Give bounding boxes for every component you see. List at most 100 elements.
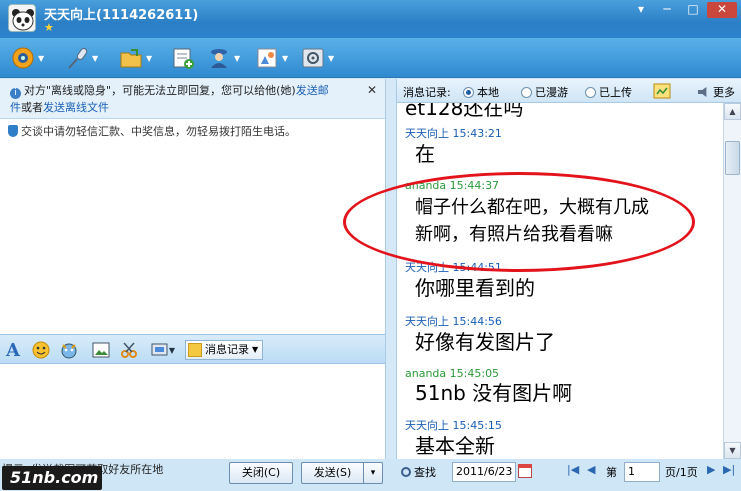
more-button[interactable]: 更多 bbox=[698, 84, 735, 100]
title-bar: 天天向上(1114262611) ★ ▾ ─ □ ✕ bbox=[0, 0, 741, 38]
microphone-icon bbox=[64, 45, 90, 71]
watermark-text: 51nb.com bbox=[10, 468, 99, 487]
message-item: 天天向上 15:43:21 在 bbox=[405, 125, 502, 168]
chevron-down-icon: ▼ bbox=[252, 345, 259, 354]
message-meta: 天天向上 15:45:15 bbox=[405, 417, 502, 433]
font-icon: A bbox=[6, 339, 20, 361]
history-scrollbar[interactable]: ▲ ▼ bbox=[723, 103, 741, 459]
main-toolbar: ▼ ▼ ▼ ▼ ▼ ▼ bbox=[0, 38, 741, 78]
message-input[interactable] bbox=[0, 364, 385, 459]
message-item: 天天向上 15:45:15 基本全新 bbox=[405, 417, 502, 459]
scissors-icon bbox=[121, 342, 137, 358]
prev-page-button[interactable]: ◀ bbox=[587, 463, 595, 476]
radio-local-label: 本地 bbox=[477, 86, 499, 99]
radio-roamed-label: 已漫游 bbox=[535, 86, 568, 99]
radio-roamed[interactable]: 已漫游 bbox=[521, 84, 568, 100]
radio-dot bbox=[521, 86, 532, 98]
more-tools-button[interactable]: ▼ bbox=[148, 341, 178, 359]
message-time: 15:45:15 bbox=[452, 419, 502, 432]
message-meta: 天天向上 15:43:21 bbox=[405, 125, 502, 141]
send-mail-link[interactable]: 发送邮 bbox=[296, 84, 329, 97]
magic-emoji-button[interactable] bbox=[60, 341, 78, 359]
emoji-button[interactable] bbox=[32, 341, 50, 359]
webcam-icon bbox=[10, 45, 36, 71]
message-time: 15:44:56 bbox=[452, 315, 502, 328]
message-time: 15:43:21 bbox=[452, 127, 502, 140]
add-list-icon bbox=[170, 45, 196, 71]
menu-dropdown-button[interactable]: ▾ bbox=[629, 2, 653, 18]
first-page-button[interactable]: |◀ bbox=[567, 463, 579, 476]
notice-close-icon[interactable]: ✕ bbox=[367, 82, 377, 99]
history-header: 消息记录: 本地 已漫游 已上传 更多 bbox=[397, 79, 741, 103]
magic-face-icon bbox=[61, 343, 77, 359]
watermark-logo: 51nb.com bbox=[2, 466, 102, 490]
close-button[interactable]: 关闭(C) bbox=[229, 462, 293, 484]
apps-icon bbox=[254, 45, 280, 71]
highlight-annotation bbox=[343, 172, 695, 272]
message-time: 15:45:05 bbox=[449, 367, 500, 380]
send-options-dropdown[interactable]: ▾ bbox=[363, 462, 383, 484]
message-text: 在 bbox=[415, 142, 435, 166]
message-meta: ananda 15:45:05 bbox=[405, 367, 572, 380]
support-agent-icon bbox=[206, 45, 232, 71]
radio-uploaded[interactable]: 已上传 bbox=[585, 84, 632, 100]
search-icon bbox=[401, 467, 411, 477]
screen-share-icon bbox=[151, 343, 168, 356]
notice-or-text: 或者 bbox=[21, 101, 43, 114]
last-page-button[interactable]: ▶| bbox=[723, 463, 735, 476]
close-window-button[interactable]: ✕ bbox=[707, 2, 737, 18]
message-item: 天天向上 15:44:56 好像有发图片了 bbox=[405, 313, 555, 356]
message-meta: 天天向上 15:44:56 bbox=[405, 313, 555, 329]
status-star-icon: ★ bbox=[44, 21, 54, 34]
gear-icon bbox=[300, 45, 326, 71]
info-icon: i bbox=[10, 88, 21, 99]
next-page-button[interactable]: ▶ bbox=[707, 463, 715, 476]
radio-local[interactable]: 本地 bbox=[463, 84, 499, 100]
minimize-button[interactable]: ─ bbox=[655, 2, 679, 18]
send-button[interactable]: 发送(S) bbox=[301, 462, 363, 484]
scroll-down-arrow[interactable]: ▼ bbox=[724, 442, 741, 459]
send-mail-link-cont[interactable]: 件 bbox=[10, 101, 21, 114]
message-item: ananda 15:45:05 51nb 没有图片啊 bbox=[405, 367, 572, 407]
history-tool-button[interactable] bbox=[653, 82, 671, 103]
window-controls: ▾ ─ □ ✕ bbox=[629, 2, 737, 18]
apps-button[interactable]: ▼ bbox=[254, 44, 288, 72]
message-text: 基本全新 bbox=[415, 434, 495, 458]
message-sender: 天天向上 bbox=[405, 419, 449, 432]
page-input[interactable]: 1 bbox=[624, 462, 660, 482]
search-button[interactable]: 查找 bbox=[401, 464, 436, 480]
message-record-button[interactable]: 消息记录 ▼ bbox=[185, 340, 264, 360]
message-text: 51nb 没有图片啊 bbox=[415, 381, 573, 405]
message-text: 好像有发图片了 bbox=[415, 330, 555, 354]
radio-dot bbox=[585, 86, 596, 98]
chat-area: 交谈中请勿轻信汇款、中奖信息，勿轻易拨打陌生电话。 bbox=[0, 119, 385, 334]
history-tool-icon bbox=[653, 83, 671, 99]
panel-divider[interactable] bbox=[385, 79, 397, 459]
video-call-button[interactable]: ▼ bbox=[10, 44, 44, 72]
maximize-button[interactable]: □ bbox=[681, 2, 705, 18]
notice-text: 对方"离线或隐身"，可能无法立即回复，您可以给他(她) bbox=[24, 84, 296, 97]
scroll-thumb[interactable] bbox=[725, 141, 740, 175]
message-record-label: 消息记录 bbox=[205, 343, 249, 356]
send-offline-file-link[interactable]: 发送离线文件 bbox=[43, 101, 109, 114]
chevron-down-icon: ▼ bbox=[168, 345, 176, 355]
image-button[interactable] bbox=[92, 341, 110, 359]
more-label: 更多 bbox=[713, 86, 735, 99]
voice-call-button[interactable]: ▼ bbox=[64, 44, 98, 72]
message-text: et128还在吗 bbox=[405, 103, 524, 120]
radio-dot bbox=[463, 86, 474, 98]
message-item: et128还在吗 bbox=[405, 103, 523, 122]
avatar[interactable] bbox=[8, 4, 36, 32]
date-field[interactable]: 2011/6/23 bbox=[452, 462, 516, 482]
settings-button[interactable]: ▼ bbox=[300, 44, 334, 72]
font-button[interactable]: A bbox=[4, 339, 22, 361]
remote-assist-button[interactable]: ▼ bbox=[206, 44, 240, 72]
calendar-icon[interactable] bbox=[518, 464, 532, 478]
search-label: 查找 bbox=[414, 466, 436, 479]
scroll-up-arrow[interactable]: ▲ bbox=[724, 103, 741, 120]
send-file-button[interactable]: ▼ bbox=[118, 44, 152, 72]
offline-notice: i 对方"离线或隐身"，可能无法立即回复，您可以给他(她)发送邮 件或者发送离线文… bbox=[0, 79, 385, 119]
screenshot-button[interactable] bbox=[120, 341, 138, 359]
panda-avatar-icon bbox=[9, 5, 35, 31]
create-group-button[interactable] bbox=[170, 44, 196, 72]
